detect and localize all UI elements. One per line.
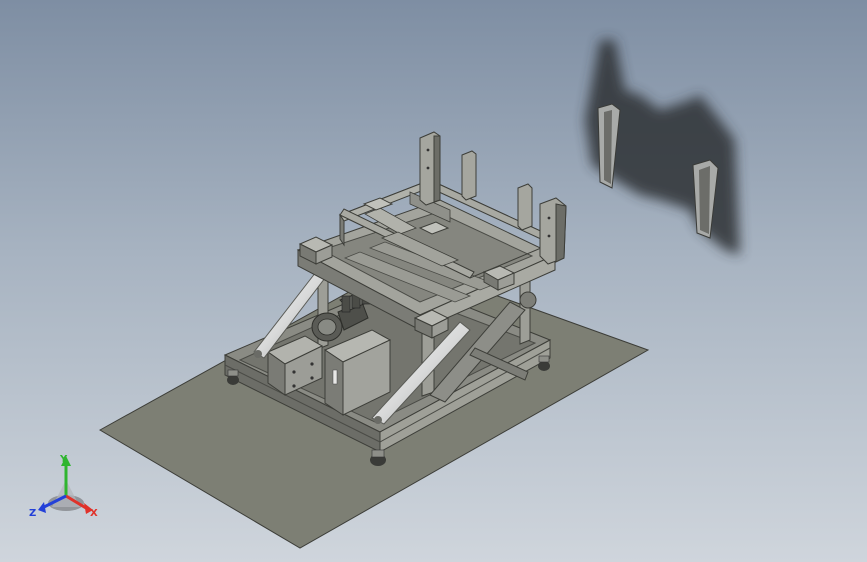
x-axis-label: X (90, 508, 98, 519)
z-axis-label: Z (29, 508, 36, 519)
orientation-triad[interactable]: Y X Z (29, 454, 98, 519)
model-scene[interactable]: Y X Z (0, 0, 867, 562)
y-axis-label: Y (59, 454, 68, 465)
graphics-viewport[interactable]: Y X Z (0, 0, 867, 562)
z-axis-arrowhead (38, 502, 46, 513)
